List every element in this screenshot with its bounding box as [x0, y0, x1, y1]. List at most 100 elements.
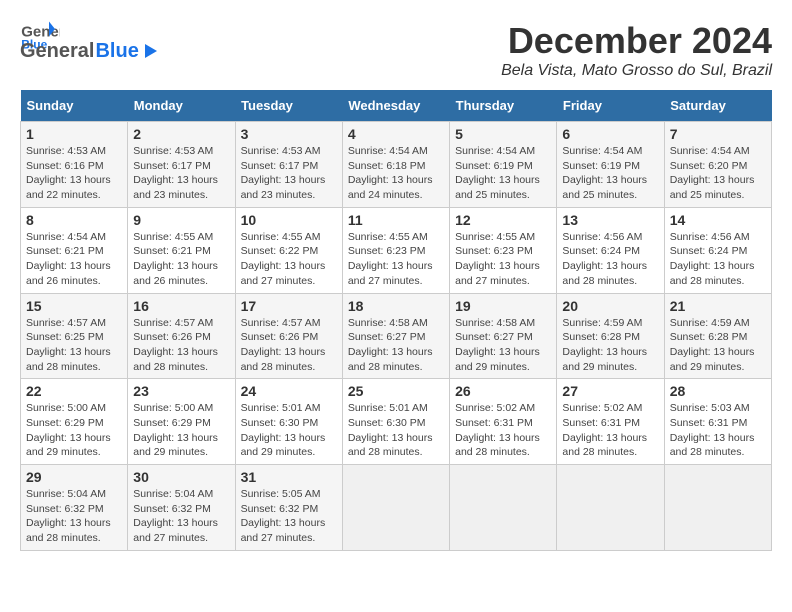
header-day-tuesday: Tuesday — [235, 90, 342, 122]
sunset-text: Sunset: 6:19 PM — [455, 159, 551, 174]
daylight-text: Daylight: 13 hours and 29 minutes. — [133, 431, 229, 460]
day-number: 30 — [133, 469, 229, 485]
calendar-cell: 1Sunrise: 4:53 AMSunset: 6:16 PMDaylight… — [21, 122, 128, 208]
sunset-text: Sunset: 6:22 PM — [241, 244, 337, 259]
calendar-cell: 30Sunrise: 5:04 AMSunset: 6:32 PMDayligh… — [128, 465, 235, 551]
sunrise-text: Sunrise: 5:05 AM — [241, 487, 337, 502]
day-number: 4 — [348, 126, 444, 142]
day-detail: Sunrise: 4:57 AMSunset: 6:25 PMDaylight:… — [26, 316, 122, 375]
sunrise-text: Sunrise: 4:58 AM — [348, 316, 444, 331]
day-detail: Sunrise: 4:54 AMSunset: 6:19 PMDaylight:… — [562, 144, 658, 203]
day-number: 19 — [455, 298, 551, 314]
sunrise-text: Sunrise: 4:59 AM — [670, 316, 766, 331]
sunset-text: Sunset: 6:16 PM — [26, 159, 122, 174]
sunset-text: Sunset: 6:18 PM — [348, 159, 444, 174]
sunrise-text: Sunrise: 4:54 AM — [670, 144, 766, 159]
sunrise-text: Sunrise: 4:57 AM — [241, 316, 337, 331]
calendar-cell: 12Sunrise: 4:55 AMSunset: 6:23 PMDayligh… — [450, 207, 557, 293]
logo-general-text: General — [20, 40, 94, 63]
day-number: 6 — [562, 126, 658, 142]
calendar-cell: 3Sunrise: 4:53 AMSunset: 6:17 PMDaylight… — [235, 122, 342, 208]
daylight-text: Daylight: 13 hours and 27 minutes. — [241, 516, 337, 545]
day-number: 31 — [241, 469, 337, 485]
day-number: 11 — [348, 212, 444, 228]
sunrise-text: Sunrise: 4:55 AM — [348, 230, 444, 245]
calendar-table: SundayMondayTuesdayWednesdayThursdayFrid… — [20, 90, 772, 551]
daylight-text: Daylight: 13 hours and 28 minutes. — [26, 516, 122, 545]
daylight-text: Daylight: 13 hours and 28 minutes. — [348, 431, 444, 460]
header-day-sunday: Sunday — [21, 90, 128, 122]
day-number: 15 — [26, 298, 122, 314]
daylight-text: Daylight: 13 hours and 26 minutes. — [26, 259, 122, 288]
daylight-text: Daylight: 13 hours and 28 minutes. — [348, 345, 444, 374]
day-number: 10 — [241, 212, 337, 228]
sunset-text: Sunset: 6:31 PM — [562, 416, 658, 431]
day-detail: Sunrise: 4:54 AMSunset: 6:19 PMDaylight:… — [455, 144, 551, 203]
day-detail: Sunrise: 5:00 AMSunset: 6:29 PMDaylight:… — [26, 401, 122, 460]
daylight-text: Daylight: 13 hours and 27 minutes. — [348, 259, 444, 288]
calendar-cell: 17Sunrise: 4:57 AMSunset: 6:26 PMDayligh… — [235, 293, 342, 379]
day-detail: Sunrise: 5:04 AMSunset: 6:32 PMDaylight:… — [26, 487, 122, 546]
sunset-text: Sunset: 6:32 PM — [241, 502, 337, 517]
day-number: 26 — [455, 383, 551, 399]
daylight-text: Daylight: 13 hours and 26 minutes. — [133, 259, 229, 288]
day-number: 28 — [670, 383, 766, 399]
daylight-text: Daylight: 13 hours and 29 minutes. — [562, 345, 658, 374]
sunrise-text: Sunrise: 5:01 AM — [241, 401, 337, 416]
sunrise-text: Sunrise: 4:55 AM — [455, 230, 551, 245]
logo: General Blue General Blue — [20, 20, 159, 63]
header-day-monday: Monday — [128, 90, 235, 122]
header-day-thursday: Thursday — [450, 90, 557, 122]
title-block: December 2024 Bela Vista, Mato Grosso do… — [501, 20, 772, 80]
calendar-cell: 29Sunrise: 5:04 AMSunset: 6:32 PMDayligh… — [21, 465, 128, 551]
sunrise-text: Sunrise: 4:56 AM — [670, 230, 766, 245]
daylight-text: Daylight: 13 hours and 28 minutes. — [562, 259, 658, 288]
day-detail: Sunrise: 4:57 AMSunset: 6:26 PMDaylight:… — [133, 316, 229, 375]
sunset-text: Sunset: 6:29 PM — [26, 416, 122, 431]
day-number: 22 — [26, 383, 122, 399]
day-number: 9 — [133, 212, 229, 228]
daylight-text: Daylight: 13 hours and 29 minutes. — [241, 431, 337, 460]
calendar-cell: 19Sunrise: 4:58 AMSunset: 6:27 PMDayligh… — [450, 293, 557, 379]
calendar-cell: 2Sunrise: 4:53 AMSunset: 6:17 PMDaylight… — [128, 122, 235, 208]
sunset-text: Sunset: 6:19 PM — [562, 159, 658, 174]
logo-blue-text: Blue — [95, 40, 138, 63]
calendar-cell: 27Sunrise: 5:02 AMSunset: 6:31 PMDayligh… — [557, 379, 664, 465]
sunrise-text: Sunrise: 4:53 AM — [241, 144, 337, 159]
day-detail: Sunrise: 4:57 AMSunset: 6:26 PMDaylight:… — [241, 316, 337, 375]
sunrise-text: Sunrise: 5:03 AM — [670, 401, 766, 416]
calendar-cell: 18Sunrise: 4:58 AMSunset: 6:27 PMDayligh… — [342, 293, 449, 379]
sunrise-text: Sunrise: 4:54 AM — [562, 144, 658, 159]
sunset-text: Sunset: 6:24 PM — [562, 244, 658, 259]
sunset-text: Sunset: 6:26 PM — [241, 330, 337, 345]
daylight-text: Daylight: 13 hours and 29 minutes. — [26, 431, 122, 460]
calendar-cell — [664, 465, 771, 551]
sunrise-text: Sunrise: 5:04 AM — [26, 487, 122, 502]
day-detail: Sunrise: 4:59 AMSunset: 6:28 PMDaylight:… — [562, 316, 658, 375]
day-number: 16 — [133, 298, 229, 314]
day-number: 2 — [133, 126, 229, 142]
daylight-text: Daylight: 13 hours and 28 minutes. — [26, 345, 122, 374]
sunrise-text: Sunrise: 4:53 AM — [26, 144, 122, 159]
daylight-text: Daylight: 13 hours and 29 minutes. — [670, 345, 766, 374]
calendar-week-3: 15 Sunrise: 4:57 AMSunset: 6:25 PMDayligh… — [21, 293, 772, 379]
day-number: 23 — [133, 383, 229, 399]
sunrise-text: Sunrise: 4:59 AM — [562, 316, 658, 331]
daylight-text: Daylight: 13 hours and 28 minutes. — [133, 345, 229, 374]
calendar-cell: 24Sunrise: 5:01 AMSunset: 6:30 PMDayligh… — [235, 379, 342, 465]
sunrise-text: Sunrise: 5:00 AM — [26, 401, 122, 416]
day-number: 18 — [348, 298, 444, 314]
day-number: 25 — [348, 383, 444, 399]
calendar-cell — [342, 465, 449, 551]
calendar-cell: 22 Sunrise: 5:00 AMSunset: 6:29 PMDayligh… — [21, 379, 128, 465]
daylight-text: Daylight: 13 hours and 25 minutes. — [562, 173, 658, 202]
sunrise-text: Sunrise: 4:54 AM — [348, 144, 444, 159]
daylight-text: Daylight: 13 hours and 28 minutes. — [455, 431, 551, 460]
day-number: 8 — [26, 212, 122, 228]
sunset-text: Sunset: 6:17 PM — [241, 159, 337, 174]
daylight-text: Daylight: 13 hours and 29 minutes. — [455, 345, 551, 374]
calendar-cell: 21Sunrise: 4:59 AMSunset: 6:28 PMDayligh… — [664, 293, 771, 379]
calendar-week-2: 8 Sunrise: 4:54 AMSunset: 6:21 PMDaylight… — [21, 207, 772, 293]
day-detail: Sunrise: 4:54 AMSunset: 6:21 PMDaylight:… — [26, 230, 122, 289]
day-detail: Sunrise: 5:01 AMSunset: 6:30 PMDaylight:… — [241, 401, 337, 460]
